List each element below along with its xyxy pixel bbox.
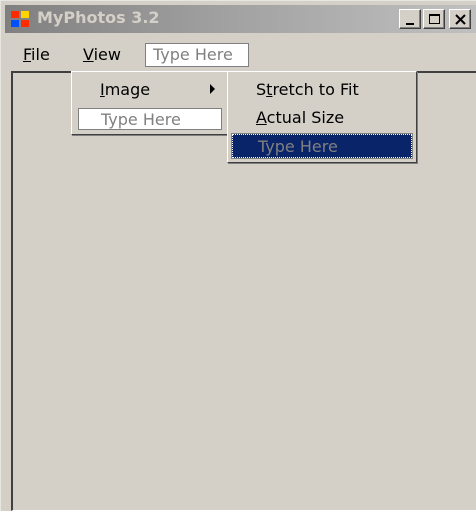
submenu-type-here-field[interactable]: Type Here	[231, 133, 413, 159]
menu-file[interactable]: File	[23, 45, 50, 64]
submenu-arrow-icon	[210, 84, 215, 94]
window-title: MyPhotos 3.2	[37, 8, 160, 27]
menu-item-image[interactable]: Image	[100, 80, 150, 99]
close-button[interactable]	[449, 9, 471, 29]
application-window: MyPhotos 3.2 File View Type Here Image T…	[0, 0, 476, 511]
menu-view[interactable]: View	[83, 45, 121, 64]
app-icon[interactable]	[11, 11, 31, 29]
title-bar[interactable]: MyPhotos 3.2	[5, 5, 476, 33]
menu-item-actual-size[interactable]: Actual Size	[256, 108, 344, 127]
view-dropdown-menu: Image Type Here	[71, 71, 231, 135]
menubar-type-here-field[interactable]: Type Here	[145, 43, 249, 67]
menu-bar: File View Type Here	[5, 41, 476, 71]
menu-item-stretch-to-fit[interactable]: Stretch to Fit	[256, 80, 359, 99]
maximize-button[interactable]	[423, 9, 445, 29]
minimize-button[interactable]	[399, 9, 421, 29]
view-menu-type-here-field[interactable]: Type Here	[78, 108, 222, 130]
image-submenu: Stretch to Fit Actual Size Type Here	[227, 71, 417, 163]
